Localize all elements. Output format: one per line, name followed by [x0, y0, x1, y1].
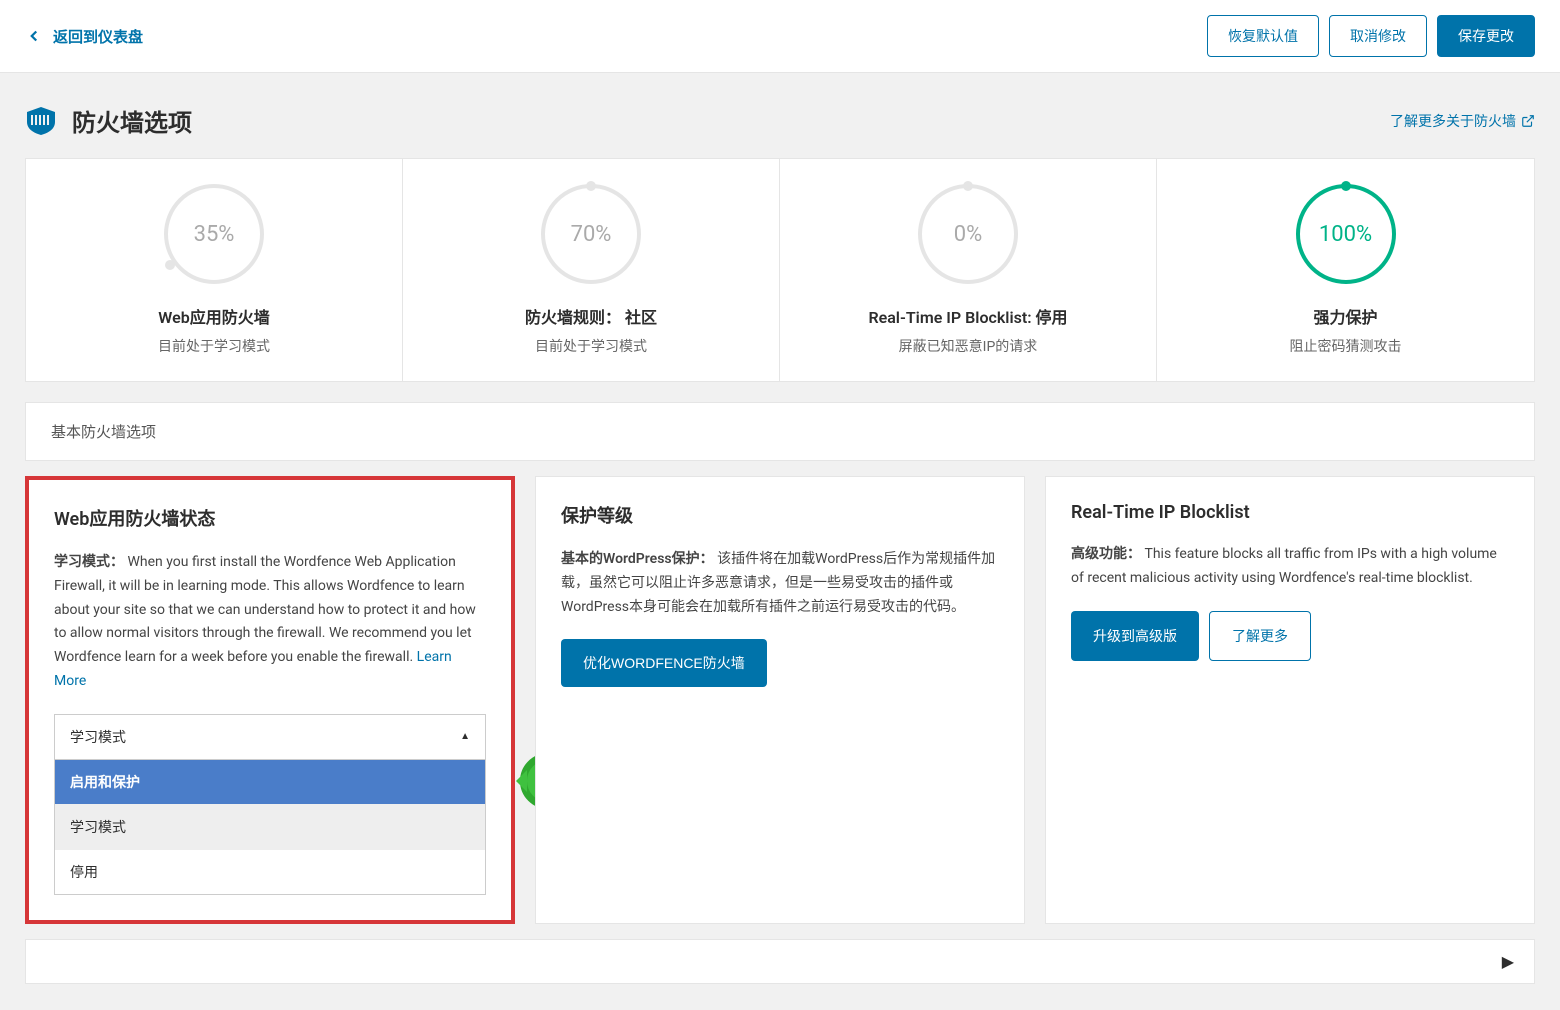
- stat-subtitle: 目前处于学习模式: [41, 336, 387, 356]
- section-header-basic: 基本防火墙选项: [25, 402, 1535, 461]
- card-waf-status: Web应用防火墙状态 学习模式： When you first install …: [25, 476, 515, 924]
- dropdown-option-disable[interactable]: 停用: [55, 850, 485, 894]
- learn-more-firewall-link[interactable]: 了解更多关于防火墙: [1390, 111, 1535, 131]
- card-title: 保护等级: [561, 502, 999, 528]
- card-description: 基本的WordPress保护： 该插件将在加载WordPress后作为常规插件加…: [561, 548, 999, 619]
- expand-section-button[interactable]: ▶: [25, 939, 1535, 984]
- dropdown-option-learning[interactable]: 学习模式: [55, 805, 485, 850]
- chevron-right-icon: ▶: [1502, 952, 1514, 971]
- stat-card-blocklist: 0% Real-Time IP Blocklist: 停用 屏蔽已知恶意IP的请…: [780, 159, 1157, 381]
- select-value: 学习模式: [70, 727, 126, 747]
- waf-mode-select[interactable]: 学习模式 ▲: [54, 714, 486, 760]
- progress-circle: 0%: [918, 184, 1018, 284]
- dropdown-option-enable[interactable]: 启用和保护: [55, 760, 485, 805]
- save-button[interactable]: 保存更改: [1437, 15, 1535, 57]
- stats-grid: 35% Web应用防火墙 目前处于学习模式 70% 防火墙规则： 社区 目前处于…: [25, 158, 1535, 382]
- card-realtime-blocklist: Real-Time IP Blocklist 高级功能： This featur…: [1045, 476, 1535, 924]
- stat-card-bruteforce: 100% 强力保护 阻止密码猜测攻击: [1157, 159, 1534, 381]
- restore-defaults-button[interactable]: 恢复默认值: [1207, 15, 1319, 57]
- stat-card-waf: 35% Web应用防火墙 目前处于学习模式: [26, 159, 403, 381]
- stat-subtitle: 目前处于学习模式: [418, 336, 764, 356]
- stat-title: Real-Time IP Blocklist: 停用: [795, 304, 1141, 328]
- card-title: Real-Time IP Blocklist: [1071, 502, 1509, 523]
- card-protection-level: 保护等级 基本的WordPress保护： 该插件将在加载WordPress后作为…: [535, 476, 1025, 924]
- page-title: 防火墙选项: [72, 103, 192, 138]
- chevron-up-icon: ▲: [460, 731, 470, 742]
- stat-title: Web应用防火墙: [41, 304, 387, 328]
- progress-circle: 100%: [1296, 184, 1396, 284]
- back-label: 返回到仪表盘: [53, 26, 143, 47]
- chevron-left-icon: [25, 27, 43, 45]
- optimize-firewall-button[interactable]: 优化WORDFENCE防火墙: [561, 639, 767, 687]
- stat-title: 强力保护: [1172, 304, 1519, 328]
- waf-mode-dropdown: 启用和保护 学习模式 停用: [54, 760, 486, 895]
- firewall-icon: [25, 107, 57, 135]
- learn-more-button[interactable]: 了解更多: [1209, 611, 1311, 661]
- stat-subtitle: 屏蔽已知恶意IP的请求: [795, 336, 1141, 356]
- upgrade-premium-button[interactable]: 升级到高级版: [1071, 611, 1199, 661]
- cancel-button[interactable]: 取消修改: [1329, 15, 1427, 57]
- card-title: Web应用防火墙状态: [54, 505, 486, 531]
- progress-circle: 70%: [541, 184, 641, 284]
- card-description: 学习模式： When you first install the Wordfen…: [54, 551, 486, 694]
- stat-title: 防火墙规则： 社区: [418, 304, 764, 328]
- external-link-icon: [1521, 114, 1535, 128]
- card-description: 高级功能： This feature blocks all traffic fr…: [1071, 543, 1509, 591]
- stat-card-rules: 70% 防火墙规则： 社区 目前处于学习模式: [403, 159, 780, 381]
- progress-circle: 35%: [164, 184, 264, 284]
- stat-subtitle: 阻止密码猜测攻击: [1172, 336, 1519, 356]
- header-actions: 恢复默认值 取消修改 保存更改: [1207, 15, 1535, 57]
- back-to-dashboard-link[interactable]: 返回到仪表盘: [25, 26, 143, 47]
